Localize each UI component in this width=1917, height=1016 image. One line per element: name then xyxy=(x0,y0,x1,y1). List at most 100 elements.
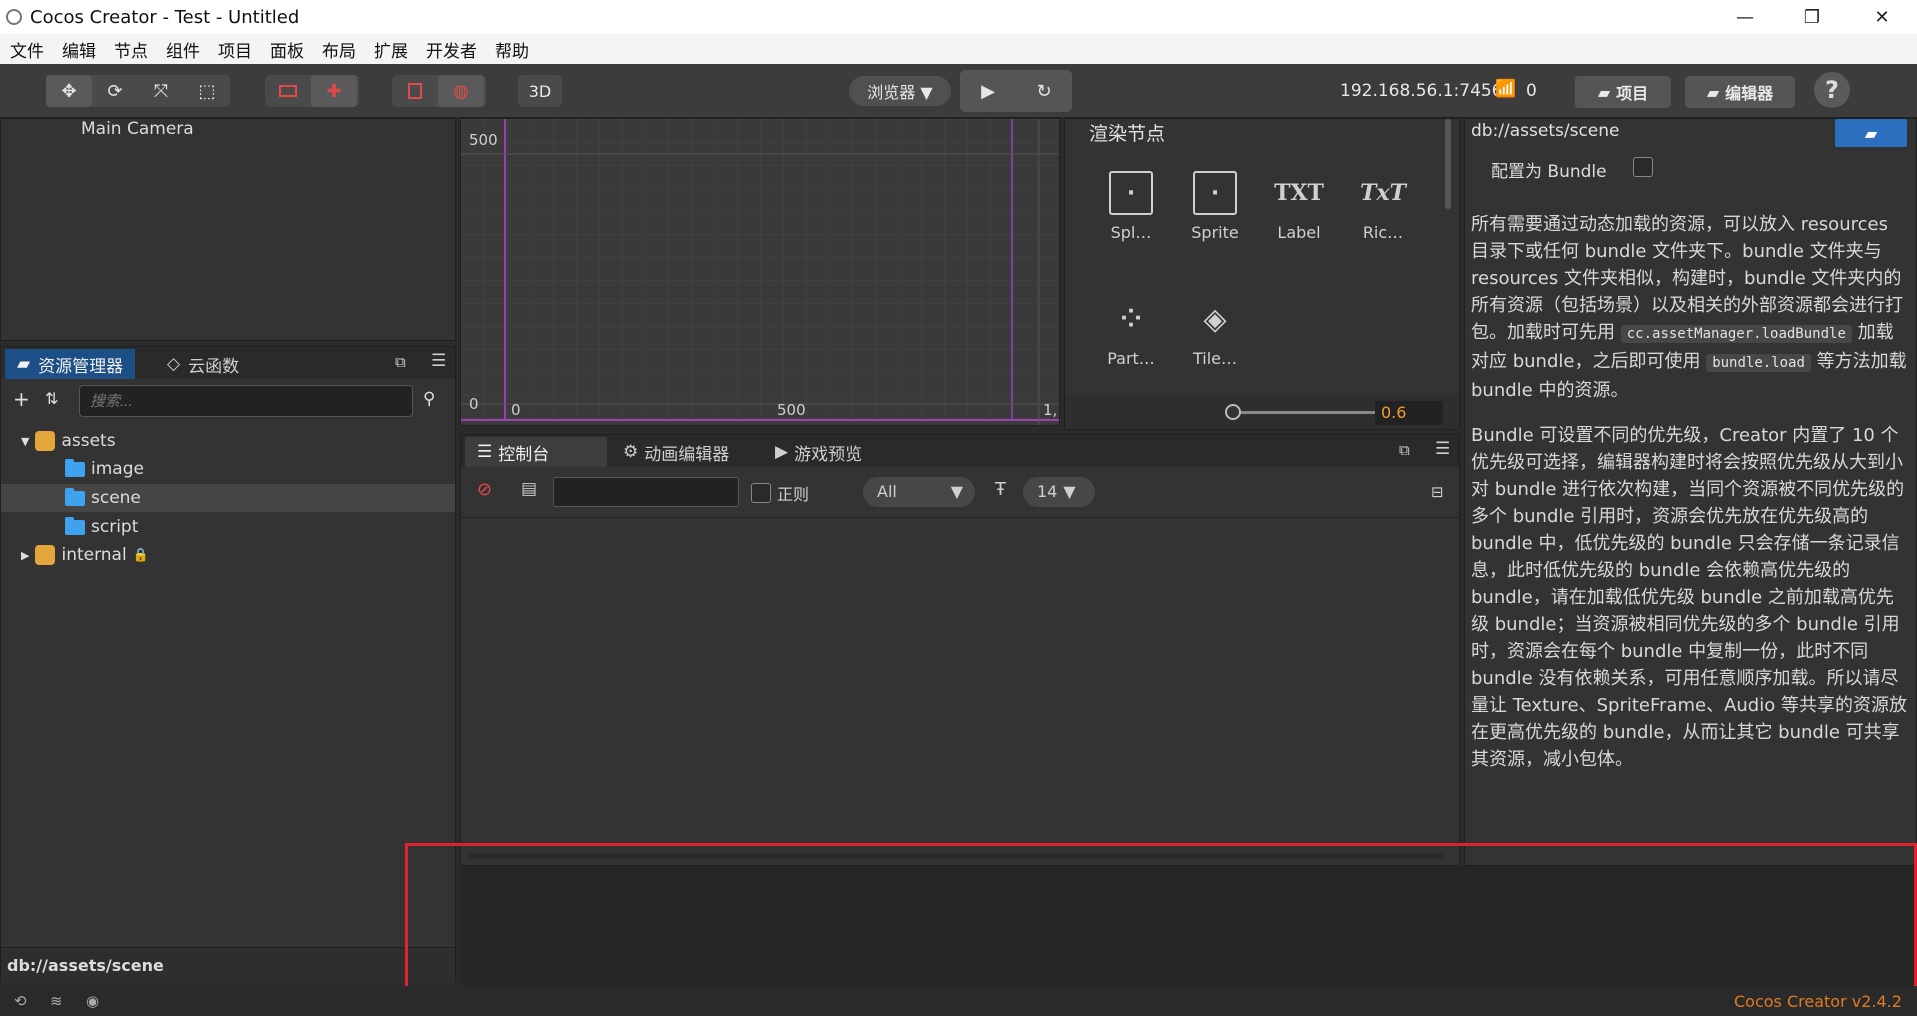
console-list-icon: ☰ xyxy=(477,442,493,462)
console-filter-input[interactable] xyxy=(553,477,739,507)
label-icon: TXT xyxy=(1274,180,1324,206)
folder-icon xyxy=(65,487,85,506)
clear-console-icon[interactable]: ⊘ xyxy=(477,479,492,500)
node-item-particle[interactable]: ⁘ Part… xyxy=(1091,297,1171,368)
scene-view[interactable]: 500 0 0 500 1, xyxy=(460,118,1060,426)
menu-icon[interactable]: ☰ xyxy=(431,351,446,371)
log-level-select[interactable]: All ▼ xyxy=(863,477,975,507)
gizmo-tools: ◍ xyxy=(392,75,486,107)
pivot-center-icon[interactable]: ✚ xyxy=(311,75,357,107)
database-icon[interactable]: ≋ xyxy=(50,992,63,1010)
gizmo-world-icon[interactable]: ◍ xyxy=(438,75,484,107)
scale-tool-icon[interactable]: ⤧ xyxy=(138,75,184,107)
node-library-title: 渲染节点 xyxy=(1089,123,1166,145)
menu-help[interactable]: 帮助 xyxy=(495,37,529,62)
particle-icon: ⁘ xyxy=(1120,304,1142,334)
menu-layout[interactable]: 布局 xyxy=(322,37,356,62)
node-item-sprite-splash[interactable]: · Spl… xyxy=(1091,171,1171,242)
eye-icon[interactable]: ◉ xyxy=(86,992,99,1010)
open-log-icon[interactable]: ▤ xyxy=(521,479,537,499)
menu-extension[interactable]: 扩展 xyxy=(374,37,408,62)
open-editor-button[interactable]: ▰ 编辑器 xyxy=(1685,76,1795,108)
sort-icon[interactable]: ⇅ xyxy=(45,389,58,408)
menu-project[interactable]: 项目 xyxy=(218,37,252,62)
refresh-status-icon[interactable]: ⟲ xyxy=(14,992,27,1010)
tree-item-image[interactable]: image xyxy=(1,455,455,483)
preview-target-select[interactable]: 浏览器 ▼ xyxy=(849,76,951,106)
pivot-local-icon[interactable] xyxy=(265,75,311,107)
camera-icon: ▶ xyxy=(775,442,789,462)
node-item-label[interactable]: TXT Label xyxy=(1259,171,1339,242)
animation-icon: ⚙ xyxy=(623,442,639,462)
tab-animation-editor[interactable]: ⚙ 动画编辑器 xyxy=(611,437,741,467)
mode-3d-button[interactable]: 3D xyxy=(518,75,562,107)
tab-console[interactable]: ☰ 控制台 xyxy=(465,437,607,467)
axis-x-label-1: 1, xyxy=(1043,401,1058,419)
add-asset-icon[interactable]: + xyxy=(13,387,30,411)
play-icon[interactable]: ▶ xyxy=(960,70,1016,112)
node-item-sprite[interactable]: · Sprite xyxy=(1175,171,1255,242)
lock-icon: 🔒 xyxy=(132,547,149,563)
node-library-scrollbar[interactable] xyxy=(1445,119,1451,209)
node-item-richtext[interactable]: TxT Ric… xyxy=(1343,171,1423,242)
tree-item-script[interactable]: script xyxy=(1,513,455,541)
gizmo-rect-icon[interactable] xyxy=(392,75,438,107)
richtext-icon: TxT xyxy=(1360,180,1406,206)
tab-cloud-functions[interactable]: ◇ 云函数 xyxy=(155,349,251,379)
console-divider xyxy=(461,517,1459,518)
zoom-slider-handle[interactable] xyxy=(1225,404,1241,420)
wifi-icon: 📶 xyxy=(1495,79,1517,99)
hierarchy-node-main-camera[interactable]: Main Camera xyxy=(81,119,194,139)
regex-checkbox[interactable] xyxy=(751,483,771,503)
open-project-button[interactable]: ▰ 项目 xyxy=(1575,76,1671,108)
zoom-value-field[interactable]: 0.6 xyxy=(1375,401,1443,425)
axis-y-label-0: 0 xyxy=(469,395,479,413)
tab-game-preview[interactable]: ▶ 游戏预览 xyxy=(763,437,874,467)
menu-component[interactable]: 组件 xyxy=(166,37,200,62)
menu-file[interactable]: 文件 xyxy=(10,37,44,62)
asset-search-input[interactable] xyxy=(79,385,413,417)
regex-label: 正则 xyxy=(777,485,810,504)
maximize-button[interactable]: ❐ xyxy=(1782,0,1842,34)
close-button[interactable]: ✕ xyxy=(1852,0,1912,34)
help-button[interactable]: ? xyxy=(1814,72,1850,108)
bundle-checkbox[interactable] xyxy=(1633,157,1653,177)
search-icon[interactable]: ⚲ xyxy=(423,389,435,409)
rect-tool-icon[interactable]: ⬚ xyxy=(184,75,230,107)
tree-item-scene[interactable]: scene xyxy=(1,484,455,512)
minimize-button[interactable]: — xyxy=(1715,0,1775,34)
collapse-icon[interactable]: ⊟ xyxy=(1431,483,1444,501)
axis-x-label-500: 500 xyxy=(777,401,806,419)
popout-icon[interactable]: ⧉ xyxy=(1399,441,1410,459)
console-panel: ☰ 控制台 ⚙ 动画编辑器 ▶ 游戏预览 ⧉ ☰ ⊘ ▤ 正则 All ▼ Ŧ 14 ▼ … xyxy=(460,434,1460,866)
node-library-panel: 渲染节点 · Spl… · Sprite TXT Label TxT Ric… … xyxy=(1064,118,1460,430)
axis-y-label-500: 500 xyxy=(469,131,498,149)
folder-icon: ▰ xyxy=(1864,123,1878,143)
rotate-tool-icon[interactable]: ⟳ xyxy=(92,75,138,107)
reveal-folder-button[interactable]: ▰ xyxy=(1835,119,1907,147)
expand-arrow-icon[interactable]: ▼ xyxy=(21,435,29,448)
move-tool-icon[interactable]: ✥ xyxy=(46,75,92,107)
tab-assets[interactable]: ▰ 资源管理器 xyxy=(5,349,136,379)
menu-panel[interactable]: 面板 xyxy=(270,37,304,62)
bundle-label: 配置为 Bundle xyxy=(1491,162,1607,182)
tree-item-internal[interactable]: ▶ internal 🔒 xyxy=(1,541,455,569)
folder-icon: ▰ xyxy=(17,354,31,374)
font-size-select[interactable]: 14 ▼ xyxy=(1023,477,1095,507)
asset-path-footer: db://assets/scene xyxy=(1,947,455,983)
tree-item-assets[interactable]: ▼ assets xyxy=(1,427,455,455)
menu-node[interactable]: 节点 xyxy=(114,37,148,62)
menu-developer[interactable]: 开发者 xyxy=(426,37,477,62)
folder-icon xyxy=(65,458,85,477)
refresh-icon[interactable]: ↻ xyxy=(1016,70,1072,112)
assets-panel: ▰资源管理器 ◇云函数 ⧉ ☰ + ⇅ ⚲ ▼ assets image sce… xyxy=(0,346,456,983)
collapse-arrow-icon[interactable]: ▶ xyxy=(21,549,29,562)
tiledmap-icon: ◈ xyxy=(1203,301,1227,337)
folder-icon: ▰ xyxy=(1706,82,1720,102)
window-title: Cocos Creator - Test - Untitled xyxy=(30,7,300,28)
menu-icon[interactable]: ☰ xyxy=(1435,439,1450,459)
node-item-tiledmap[interactable]: ◈ Tile… xyxy=(1175,297,1255,369)
version-label: Cocos Creator v2.4.2 xyxy=(1734,992,1902,1011)
menu-edit[interactable]: 编辑 xyxy=(62,37,96,62)
popout-icon[interactable]: ⧉ xyxy=(395,353,406,371)
